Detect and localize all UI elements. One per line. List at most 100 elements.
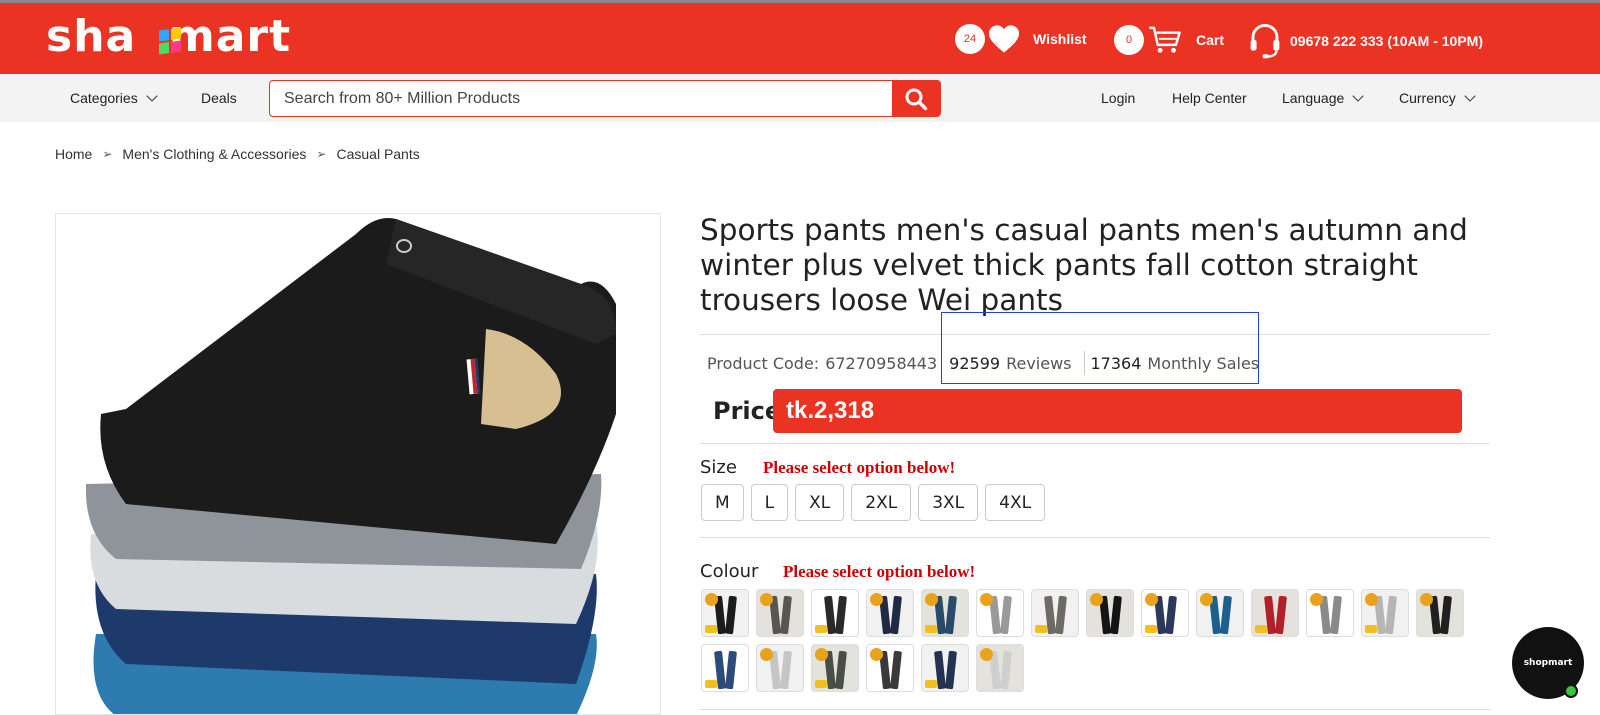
colour-swatch[interactable]: [976, 589, 1024, 637]
size-option-l[interactable]: L: [750, 484, 789, 521]
colour-swatch[interactable]: [921, 644, 969, 692]
cart-count-badge: 0: [1114, 25, 1144, 55]
swatch-badge-icon: [870, 648, 883, 661]
swatch-pants-image: [780, 595, 792, 635]
size-label: Size: [700, 457, 737, 478]
breadcrumb: Home ➢ Men's Clothing & Accessories ➢ Ca…: [55, 146, 420, 162]
colour-swatch[interactable]: [811, 644, 859, 692]
cart-link[interactable]: 0 Cart: [1114, 25, 1224, 55]
colour-swatch[interactable]: [756, 589, 804, 637]
help-center-link[interactable]: Help Center: [1172, 90, 1247, 106]
size-option-m[interactable]: M: [701, 484, 744, 521]
product-photo: [85, 218, 617, 714]
categories-menu[interactable]: Categories: [70, 90, 158, 106]
product-code-label: Product Code:: [707, 353, 820, 373]
help-center-label: Help Center: [1172, 90, 1247, 106]
breadcrumb-category[interactable]: Men's Clothing & Accessories: [122, 146, 306, 162]
swatch-label-icon: [925, 625, 937, 633]
swatch-pants-image: [780, 650, 792, 690]
swatch-badge-icon: [705, 593, 718, 606]
chat-logo: shopmart: [1523, 658, 1573, 668]
colour-swatch[interactable]: [866, 644, 914, 692]
colour-swatch[interactable]: [866, 589, 914, 637]
colour-swatch[interactable]: [1251, 589, 1299, 637]
language-menu[interactable]: Language: [1282, 90, 1364, 106]
swatch-pants-image: [1330, 595, 1342, 635]
site-header: sha mart 24 Wishlist 0 Cart 09678 222 33…: [0, 3, 1600, 74]
deals-link[interactable]: Deals: [201, 90, 237, 106]
chevron-down-icon: [146, 90, 158, 102]
price-label: Price: [713, 397, 782, 425]
colour-swatch[interactable]: [1361, 589, 1409, 637]
size-option-4xl[interactable]: 4XL: [985, 484, 1046, 521]
swatch-pants-image: [890, 650, 902, 690]
cart-icon: [1149, 26, 1181, 53]
logo-cube-icon: [159, 27, 181, 55]
colour-swatch[interactable]: [1086, 589, 1134, 637]
swatch-badge-icon: [1090, 593, 1103, 606]
swatch-pants-image: [945, 595, 957, 635]
colour-swatch[interactable]: [1306, 589, 1354, 637]
swatch-badge-icon: [925, 593, 938, 606]
colour-swatch[interactable]: [1031, 589, 1079, 637]
swatch-label-icon: [925, 680, 937, 688]
swatch-badge-icon: [980, 648, 993, 661]
swatch-pants-image: [1220, 595, 1232, 635]
swatch-pants-image: [725, 595, 737, 635]
swatch-label-icon: [1035, 625, 1047, 633]
colour-options: [701, 589, 1481, 692]
swatch-label-icon: [1145, 625, 1157, 633]
swatch-pants-image: [890, 595, 902, 635]
colour-swatch[interactable]: [1196, 589, 1244, 637]
categories-label: Categories: [70, 90, 138, 106]
colour-swatch[interactable]: [811, 589, 859, 637]
colour-label: Colour: [700, 561, 759, 582]
hotline[interactable]: 09678 222 333 (10AM - 10PM): [1248, 23, 1483, 59]
login-link[interactable]: Login: [1101, 90, 1135, 106]
divider: [700, 537, 1490, 538]
search-input[interactable]: [270, 81, 880, 116]
chevron-down-icon: [1352, 90, 1364, 102]
highlight-box: [941, 312, 1259, 384]
swatch-pants-image: [835, 595, 847, 635]
wishlist-link[interactable]: 24 Wishlist: [955, 24, 1087, 54]
swatch-pants-image: [725, 650, 737, 690]
search-bar: [269, 80, 941, 117]
wishlist-count-badge: 24: [955, 24, 985, 54]
size-option-xl[interactable]: XL: [795, 484, 845, 521]
swatch-pants-image: [1055, 595, 1067, 635]
size-option-2xl[interactable]: 2XL: [851, 484, 912, 521]
currency-label: Currency: [1399, 90, 1456, 106]
swatch-badge-icon: [1365, 593, 1378, 606]
breadcrumb-home[interactable]: Home: [55, 146, 92, 162]
breadcrumb-separator-icon: ➢: [102, 147, 113, 161]
colour-swatch[interactable]: [701, 644, 749, 692]
colour-swatch[interactable]: [756, 644, 804, 692]
swatch-badge-icon: [870, 593, 883, 606]
login-label: Login: [1101, 90, 1136, 106]
colour-swatch[interactable]: [701, 589, 749, 637]
swatch-pants-image: [945, 650, 957, 690]
colour-swatch[interactable]: [921, 589, 969, 637]
deals-label: Deals: [201, 90, 237, 106]
colour-swatch[interactable]: [1416, 589, 1464, 637]
search-button[interactable]: [892, 81, 940, 116]
colour-swatch[interactable]: [976, 644, 1024, 692]
colour-swatch[interactable]: [1141, 589, 1189, 637]
swatch-pants-image: [1275, 595, 1287, 635]
swatch-label-icon: [1255, 625, 1267, 633]
swatch-pants-image: [1440, 595, 1452, 635]
size-options: M L XL 2XL 3XL 4XL: [701, 484, 1046, 521]
swatch-label-icon: [1365, 625, 1377, 633]
search-icon: [905, 88, 928, 110]
wishlist-label: Wishlist: [1033, 31, 1087, 47]
size-option-3xl[interactable]: 3XL: [918, 484, 979, 521]
product-image[interactable]: [55, 213, 661, 715]
swatch-pants-image: [1385, 595, 1397, 635]
language-label: Language: [1282, 90, 1345, 106]
swatch-pants-image: [1000, 650, 1012, 690]
swatch-badge-icon: [760, 648, 773, 661]
currency-menu[interactable]: Currency: [1399, 90, 1476, 106]
breadcrumb-subcategory[interactable]: Casual Pants: [336, 146, 419, 162]
swatch-pants-image: [1000, 595, 1012, 635]
